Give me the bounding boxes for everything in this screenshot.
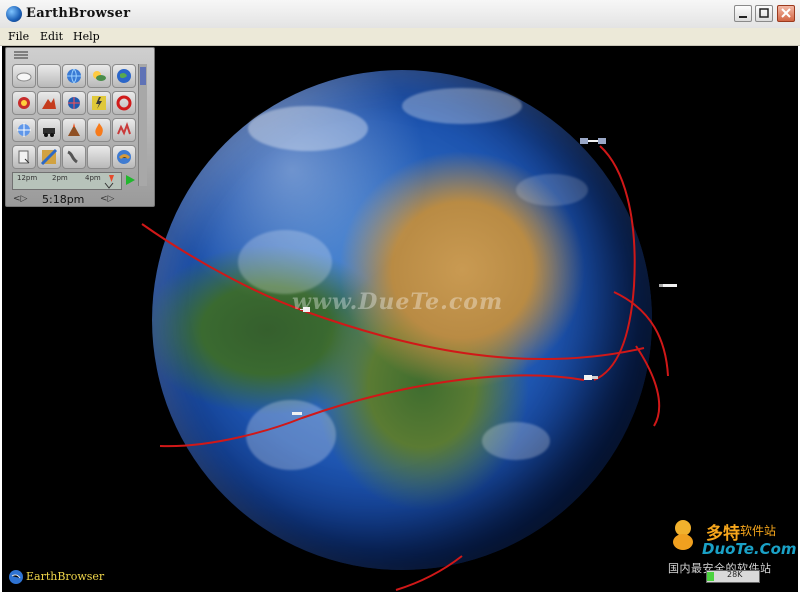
weather-icon — [93, 71, 106, 81]
sun-tool[interactable] — [12, 91, 36, 115]
satellite-icon[interactable] — [292, 412, 302, 415]
status-indicator — [707, 572, 714, 581]
window-title: EarthBrowser — [26, 6, 131, 21]
zoom-tool[interactable] — [12, 118, 36, 142]
map-icon — [40, 148, 58, 166]
orbit-path — [395, 555, 463, 591]
status-text: 28K — [727, 570, 743, 579]
path-tool[interactable] — [62, 145, 86, 169]
path-icon — [67, 150, 78, 164]
menu-edit[interactable]: Edit — [40, 30, 63, 43]
globe-layers-icon — [67, 68, 81, 84]
earthquake-icon — [117, 122, 131, 136]
globe-tool[interactable] — [112, 64, 136, 88]
fire-tool[interactable] — [87, 118, 111, 142]
minimize-icon — [739, 16, 747, 18]
orbit-path — [635, 345, 661, 427]
blank-tool-2[interactable] — [87, 145, 111, 169]
orbit-path — [593, 145, 636, 381]
time-right-arrows[interactable]: <▷ — [100, 194, 114, 204]
scroll-thumb[interactable] — [140, 67, 146, 85]
minimize-button[interactable] — [734, 5, 752, 22]
blank-tool[interactable] — [37, 64, 61, 88]
play-icon[interactable] — [124, 174, 136, 186]
bottom-brand-text: EarthBrowser — [26, 570, 105, 583]
map-tool[interactable] — [37, 145, 61, 169]
orbit-path — [159, 374, 585, 448]
maximize-icon — [759, 8, 769, 18]
download-status: 28K — [706, 570, 760, 583]
satellite-tool[interactable] — [62, 91, 86, 115]
cloud-icon — [16, 72, 32, 82]
menu-file[interactable]: File — [8, 30, 29, 43]
volcano-icon — [68, 123, 80, 136]
drag-handle-icon[interactable] — [14, 51, 28, 59]
lightning-icon — [92, 96, 106, 110]
bookmark-tool[interactable] — [12, 145, 36, 169]
earth-view-icon — [117, 150, 131, 164]
terrain-tool[interactable] — [37, 91, 61, 115]
orbit-path — [613, 291, 669, 377]
globe-viewport[interactable]: www.DueTe.com 12pm 2pm 4pm <▷ 5:18pm <▷ … — [2, 46, 798, 592]
site-name-en: DuoTe.Com — [702, 540, 797, 558]
layers-tool[interactable] — [62, 64, 86, 88]
timeline-slider[interactable]: 12pm 2pm 4pm — [12, 172, 122, 190]
satellite-icon[interactable] — [580, 138, 606, 144]
vehicle-icon — [43, 128, 55, 137]
earthquake-tool[interactable] — [112, 118, 136, 142]
time-left-arrows[interactable]: <▷ — [13, 194, 27, 204]
volcano-tool[interactable] — [62, 118, 86, 142]
sun-icon — [18, 97, 30, 109]
earth-view-tool[interactable] — [112, 145, 136, 169]
site-mascot-icon — [673, 520, 693, 550]
satellite-tool-icon — [68, 97, 80, 109]
watermark-text: www.DueTe.com — [292, 289, 504, 315]
maximize-button[interactable] — [755, 5, 773, 22]
clouds-tool[interactable] — [12, 64, 36, 88]
traffic-tool[interactable] — [37, 118, 61, 142]
bookmark-icon — [18, 150, 30, 164]
site-name-cn-small: 软件站 — [740, 524, 777, 538]
timeline-marker-icon — [104, 175, 114, 189]
satellite-icon[interactable] — [659, 284, 677, 287]
menu-bar: File Edit Help — [0, 28, 800, 46]
hurricane-icon — [116, 95, 132, 111]
menu-help[interactable]: Help — [73, 30, 100, 43]
globe-icon — [117, 69, 131, 83]
earth-icon — [6, 6, 22, 22]
hurricane-tool[interactable] — [112, 91, 136, 115]
terrain-icon — [42, 98, 56, 109]
close-icon — [781, 8, 791, 18]
close-button[interactable] — [777, 5, 795, 22]
tool-panel-scrollbar[interactable] — [138, 64, 147, 186]
bottom-brand-logo: EarthBrowser — [8, 569, 104, 585]
current-time: 5:18pm — [42, 193, 85, 206]
weather-tool[interactable] — [87, 64, 111, 88]
title-bar: EarthBrowser — [0, 0, 800, 29]
fire-icon — [95, 123, 103, 137]
lightning-tool[interactable] — [87, 91, 111, 115]
tool-panel: 12pm 2pm 4pm <▷ 5:18pm <▷ — [5, 47, 155, 207]
target-icon — [17, 123, 31, 137]
earth-logo-icon — [9, 570, 23, 584]
